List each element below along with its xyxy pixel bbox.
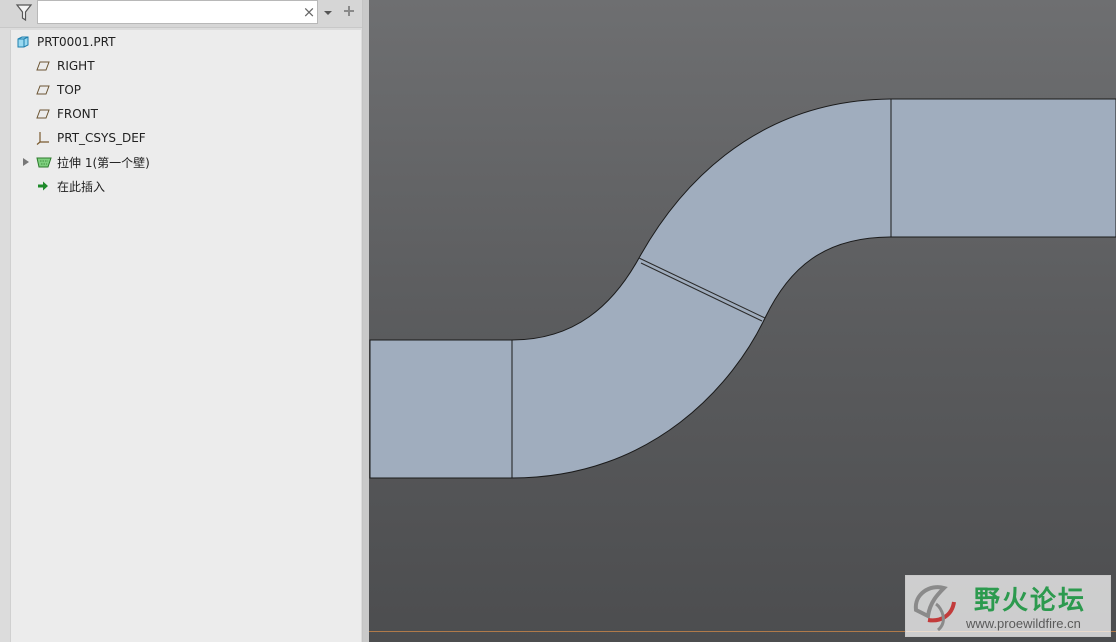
sheetmetal-model[interactable]	[369, 0, 1116, 642]
extrude-wall-icon	[36, 155, 52, 169]
tree-item-label: PRT_CSYS_DEF	[57, 131, 146, 145]
tree-item-label: 在此插入	[57, 179, 106, 194]
tree-item-label: 拉伸 1(第一个壁)	[57, 155, 150, 170]
clear-search-icon[interactable]: ×	[301, 1, 317, 23]
tree-item-right[interactable]: RIGHT	[36, 56, 95, 76]
graphics-viewport[interactable]	[363, 0, 1116, 642]
chevron-down-icon	[324, 11, 332, 15]
datum-plane-icon	[36, 59, 50, 73]
forum-logo-icon	[913, 585, 956, 632]
part-icon	[16, 35, 30, 49]
datum-plane-icon	[36, 83, 50, 97]
filter-icon	[15, 4, 33, 22]
model-shape[interactable]	[369, 98, 1116, 479]
model-tree-panel: × PRT0001.PRT RIGHT TOP FRONT PRT_CSYS_D…	[0, 0, 363, 642]
tree-search-input[interactable]	[37, 0, 318, 24]
model-tree-toolbar: ×	[0, 0, 362, 28]
tree-item-top[interactable]: TOP	[36, 80, 81, 100]
tree-options-dropdown[interactable]	[321, 4, 335, 20]
watermark-url: www.proewildfire.cn	[966, 616, 1081, 631]
plus-icon	[344, 6, 354, 16]
datum-plane-icon	[36, 107, 50, 121]
model-tree: PRT0001.PRT RIGHT TOP FRONT PRT_CSYS_DEF…	[10, 30, 361, 642]
tree-item-label: FRONT	[57, 107, 98, 121]
add-column-button[interactable]	[341, 1, 357, 21]
tree-item-insert-here[interactable]: 在此插入	[36, 176, 105, 196]
tree-item-label: PRT0001.PRT	[37, 35, 116, 49]
tree-item-label: TOP	[57, 83, 82, 97]
tree-item-csys[interactable]: PRT_CSYS_DEF	[36, 128, 146, 148]
watermark-title: 野火论坛	[974, 586, 1087, 616]
tree-item-front[interactable]: FRONT	[36, 104, 98, 124]
tree-expander[interactable]	[21, 152, 30, 172]
chevron-right-icon	[22, 158, 29, 166]
filter-button[interactable]	[12, 1, 36, 25]
watermark: 野火论坛 www.proewildfire.cn	[905, 575, 1111, 637]
insert-here-arrow-icon	[36, 179, 50, 193]
tree-item-part[interactable]: PRT0001.PRT	[16, 32, 115, 52]
csys-icon	[36, 131, 50, 145]
tree-item-extrude[interactable]: 拉伸 1(第一个壁)	[36, 152, 150, 172]
tree-item-label: RIGHT	[57, 59, 95, 73]
